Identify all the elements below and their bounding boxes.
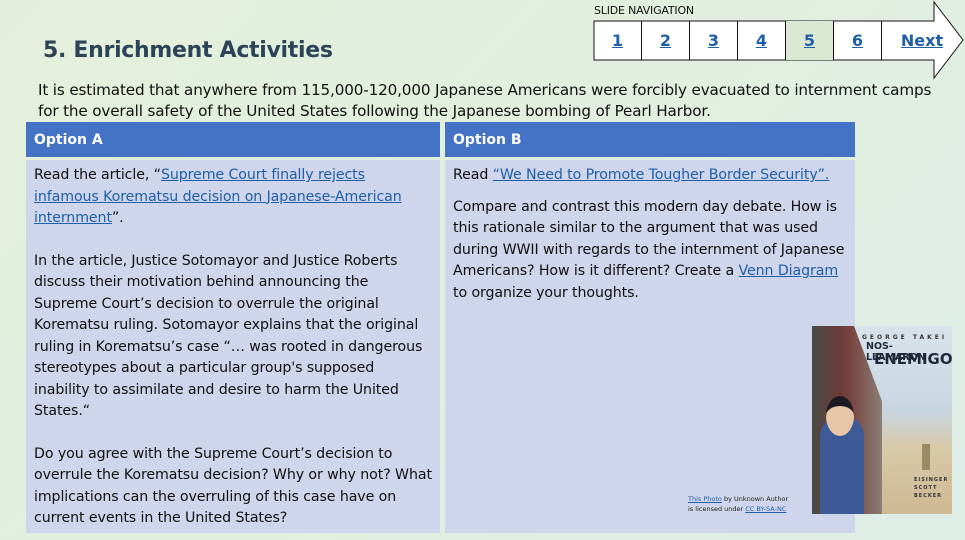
nav-slide-6[interactable]: 6 bbox=[834, 21, 882, 60]
license-link[interactable]: CC BY-SA-NC bbox=[745, 505, 786, 513]
option-a-header: Option A bbox=[26, 122, 440, 157]
option-a-read-suffix: ”. bbox=[111, 210, 124, 226]
book-cover-boy-head bbox=[826, 396, 854, 436]
book-author: GEORGE TAKEI bbox=[862, 334, 948, 341]
nav-slide-4[interactable]: 4 bbox=[738, 21, 786, 60]
option-a-instruction: Read the article, “Supreme Court finally… bbox=[34, 165, 432, 230]
nav-slide-5[interactable]: 5 bbox=[786, 21, 834, 60]
option-a-cell: Read the article, “Supreme Court finally… bbox=[26, 160, 440, 533]
option-b-read-text: Read bbox=[453, 167, 493, 183]
venn-diagram-link[interactable]: Venn Diagram bbox=[739, 263, 839, 279]
book-cover-soldier bbox=[922, 444, 930, 470]
book-credits: EISINGER SCOTT BECKER bbox=[914, 477, 949, 499]
option-a-question: Do you agree with the Supreme Court’s de… bbox=[34, 445, 432, 527]
option-a-read-text: Read the article, “ bbox=[34, 167, 161, 183]
option-b-instruction: Read “We Need to Promote Tougher Border … bbox=[453, 165, 847, 187]
photo-source-link[interactable]: This Photo bbox=[688, 495, 722, 503]
image-attribution: This Photo by Unknown Author is licensed… bbox=[688, 494, 788, 514]
nav-next-button[interactable]: Next bbox=[882, 21, 962, 60]
intro-text: It is estimated that anywhere from 115,0… bbox=[38, 81, 932, 120]
book-title-line2: ENEMIGO bbox=[874, 350, 952, 368]
nav-slide-3[interactable]: 3 bbox=[690, 21, 738, 60]
option-b-header: Option B bbox=[445, 122, 855, 157]
option-b-question-suffix: to organize your thoughts. bbox=[453, 284, 639, 301]
option-a-summary: In the article, Justice Sotomayor and Ju… bbox=[34, 252, 423, 420]
border-security-article-link[interactable]: “We Need to Promote Tougher Border Secur… bbox=[493, 167, 830, 183]
attribution-author: by Unknown Author bbox=[721, 495, 789, 503]
book-cover-image: GEORGE TAKEI NOS-LLAMARON ENEMIGO EISING… bbox=[812, 326, 952, 514]
option-b-question: Compare and contrast this modern day deb… bbox=[453, 197, 847, 305]
option-b-cell: Read “We Need to Promote Tougher Border … bbox=[445, 160, 855, 533]
nav-slide-2[interactable]: 2 bbox=[642, 21, 690, 60]
slide-navigation: 1 2 3 4 5 6 Next bbox=[594, 21, 962, 60]
slide-title: 5. Enrichment Activities bbox=[43, 38, 333, 63]
attribution-license-text: is licensed under bbox=[688, 505, 746, 513]
nav-slide-1[interactable]: 1 bbox=[594, 21, 642, 60]
slide-navigation-label: SLIDE NAVIGATION bbox=[594, 4, 694, 17]
